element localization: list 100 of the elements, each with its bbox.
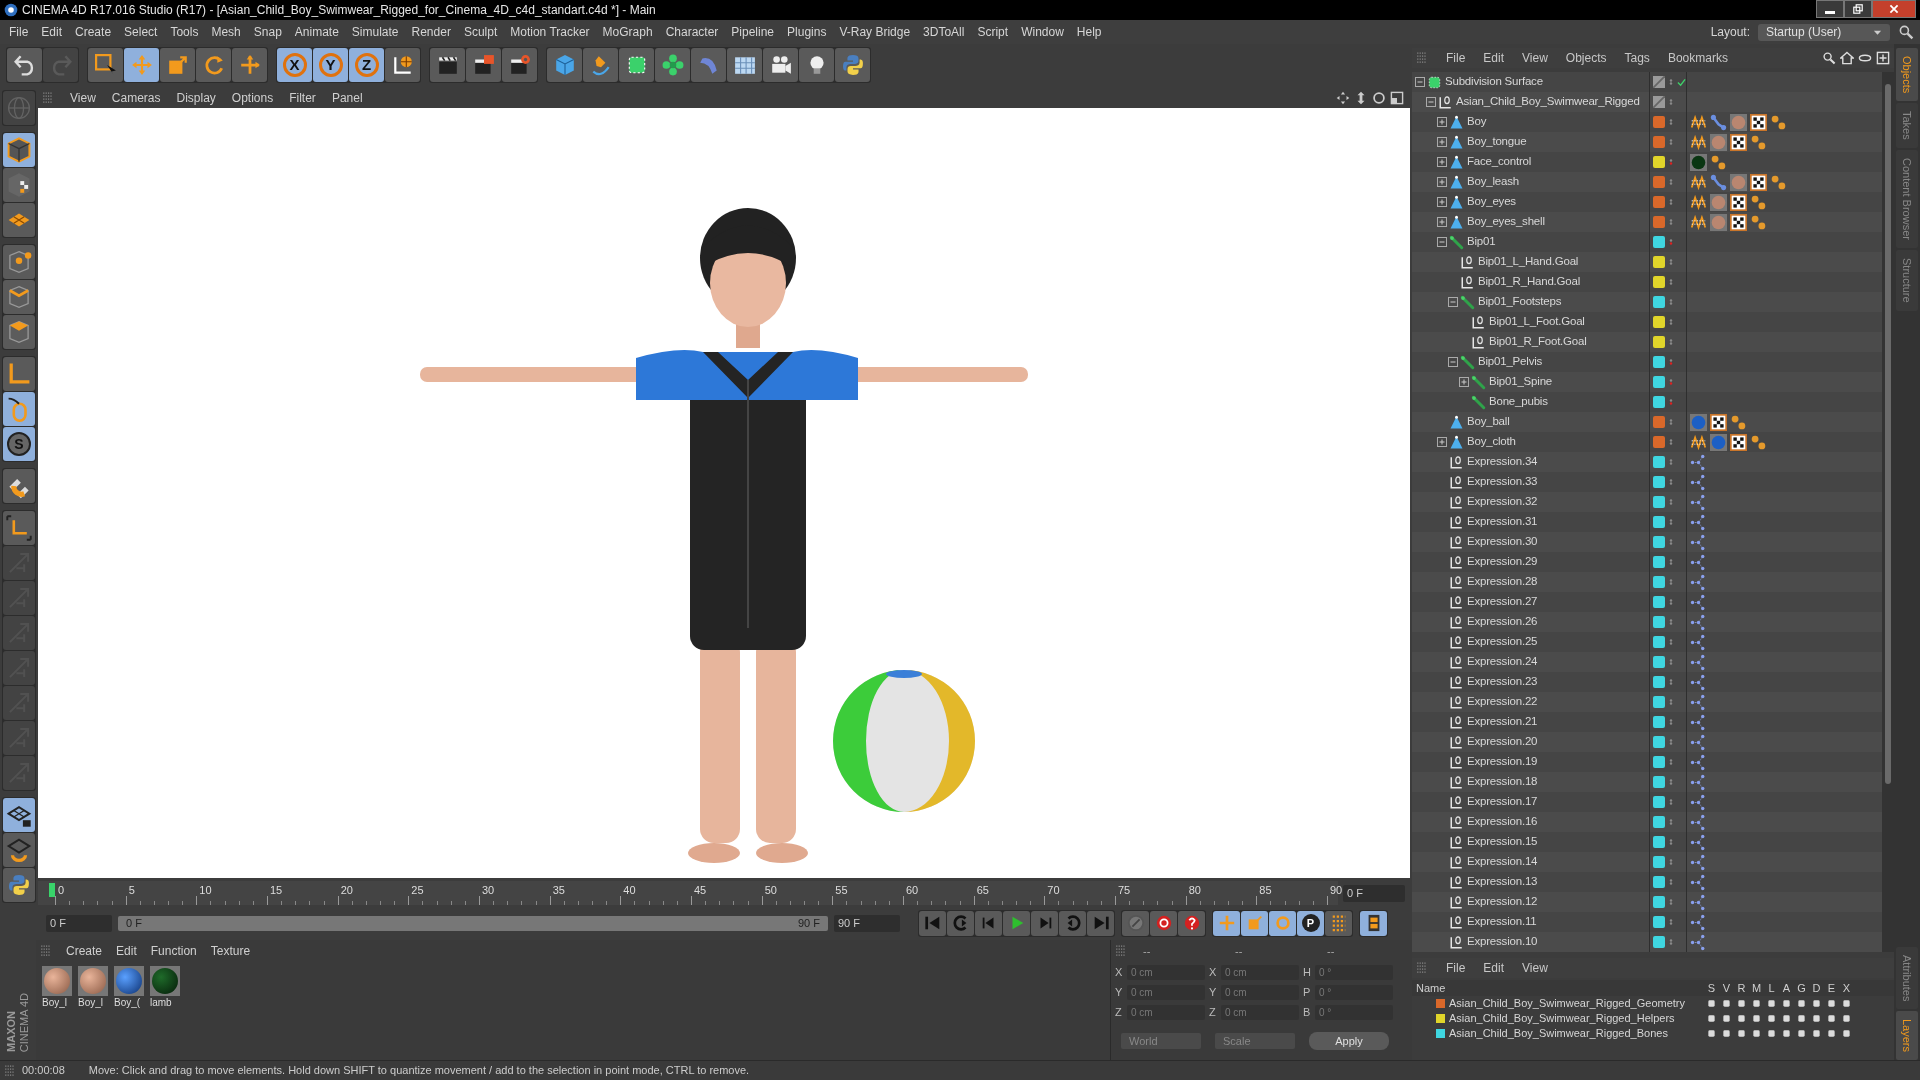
node-graph-tag-icon[interactable] (1690, 933, 1707, 951)
current-frame-field[interactable]: 0 F (1343, 884, 1405, 902)
object-row[interactable]: Boy_cloth (1412, 432, 1882, 452)
tool-button[interactable] (3, 511, 35, 545)
dots-tag-icon[interactable] (1710, 153, 1727, 171)
expand-toggle-icon[interactable] (1437, 217, 1447, 227)
menu-item[interactable]: File (9, 23, 29, 41)
object-row[interactable]: Expression.12 (1412, 892, 1882, 912)
home-icon[interactable] (1840, 51, 1854, 65)
new-panel-icon[interactable] (1876, 51, 1890, 65)
expand-toggle-icon[interactable] (1459, 377, 1469, 387)
pan-icon[interactable] (1336, 91, 1350, 105)
material-menu-item[interactable]: Function (150, 942, 197, 960)
layer-color-swatch[interactable] (1653, 876, 1665, 888)
checker-tag-icon[interactable] (1730, 133, 1747, 151)
object-row[interactable]: Boy_tongue (1412, 132, 1882, 152)
object-row[interactable]: Expression.24 (1412, 652, 1882, 672)
object-row[interactable]: Expression.22 (1412, 692, 1882, 712)
viewport-menu-item[interactable]: View (70, 89, 96, 107)
object-row[interactable]: Expression.19 (1412, 752, 1882, 772)
toolbar-button[interactable] (502, 48, 537, 82)
object-row[interactable]: Bip01_R_Foot.Goal (1412, 332, 1882, 352)
layer-color-swatch[interactable] (1653, 396, 1665, 408)
node-graph-tag-icon[interactable] (1690, 553, 1707, 571)
toolbar-button[interactable] (763, 48, 798, 82)
layer-menu-item[interactable]: File (1446, 959, 1466, 977)
checker-tag-icon[interactable] (1750, 113, 1767, 131)
tool-button[interactable] (3, 280, 35, 314)
node-graph-tag-icon[interactable] (1690, 793, 1707, 811)
material-swatch[interactable] (78, 966, 108, 996)
menu-item[interactable]: 3DToAll (923, 23, 965, 41)
smoothing-tag-icon[interactable] (1690, 173, 1707, 191)
axis-toggle-button[interactable]: Z (349, 48, 384, 82)
object-row[interactable]: Face_control (1412, 152, 1882, 172)
layer-color-swatch[interactable] (1653, 556, 1665, 568)
object-row[interactable]: Expression.13 (1412, 872, 1882, 892)
object-row[interactable]: Expression.21 (1412, 712, 1882, 732)
playback-button[interactable]: P (1297, 910, 1324, 936)
tool-button[interactable] (3, 469, 35, 503)
node-graph-tag-icon[interactable] (1690, 473, 1707, 491)
tool-button[interactable] (3, 868, 35, 902)
smoothing-tag-icon[interactable] (1690, 133, 1707, 151)
node-graph-tag-icon[interactable] (1690, 653, 1707, 671)
tool-button[interactable] (3, 357, 35, 391)
layer-color-swatch[interactable] (1653, 576, 1665, 588)
layer-color-swatch[interactable] (1653, 676, 1665, 688)
viewport-menu-item[interactable]: Filter (289, 89, 316, 107)
menu-item[interactable]: Tools (170, 23, 199, 41)
viewport-menu-item[interactable]: Display (176, 89, 216, 107)
layer-color-swatch[interactable] (1653, 336, 1665, 348)
checker-tag-icon[interactable] (1730, 193, 1747, 211)
layer-color-swatch[interactable] (1653, 936, 1665, 948)
layer-color-swatch[interactable] (1653, 716, 1665, 728)
layer-color-swatch[interactable] (1653, 476, 1665, 488)
tool-button[interactable] (3, 798, 35, 832)
no-layer-icon[interactable] (1653, 76, 1665, 88)
layer-color-swatch[interactable] (1653, 136, 1665, 148)
object-row[interactable]: Expression.11 (1412, 912, 1882, 932)
tool-button[interactable] (3, 833, 35, 867)
node-graph-tag-icon[interactable] (1690, 913, 1707, 931)
end-frame-field[interactable]: 90 F (834, 914, 900, 932)
menu-item[interactable]: Character (665, 23, 719, 41)
object-row[interactable]: Bip01_Footsteps (1412, 292, 1882, 312)
object-row[interactable]: Expression.10 (1412, 932, 1882, 952)
smoothing-tag-icon[interactable] (1690, 213, 1707, 231)
frame-range-slider[interactable]: 0 F 90 F (118, 915, 828, 931)
object-row[interactable]: Expression.16 (1412, 812, 1882, 832)
layer-color-swatch[interactable] (1653, 736, 1665, 748)
object-row[interactable]: Expression.26 (1412, 612, 1882, 632)
layer-color-swatch[interactable] (1653, 696, 1665, 708)
object-row[interactable]: Bip01_R_Hand.Goal (1412, 272, 1882, 292)
object-row[interactable]: Expression.32 (1412, 492, 1882, 512)
menu-item[interactable]: MoGraph (602, 23, 653, 41)
tool-button[interactable] (3, 392, 35, 426)
object-row[interactable]: Expression.20 (1412, 732, 1882, 752)
layer-menu-item[interactable]: Edit (1483, 959, 1505, 977)
tool-button[interactable] (3, 245, 35, 279)
object-row[interactable]: Expression.27 (1412, 592, 1882, 612)
node-graph-tag-icon[interactable] (1690, 573, 1707, 591)
toolbar-button[interactable] (799, 48, 834, 82)
layer-color-swatch[interactable] (1653, 156, 1665, 168)
tool-button[interactable] (3, 203, 35, 237)
layer-color-swatch[interactable] (1653, 356, 1665, 368)
checker-tag-icon[interactable] (1730, 213, 1747, 231)
layer-menu-item[interactable]: View (1522, 959, 1548, 977)
menu-item[interactable]: Edit (41, 23, 63, 41)
menu-item[interactable]: V-Ray Bridge (839, 23, 911, 41)
axis-toggle-button[interactable]: X (277, 48, 312, 82)
toolbar-button[interactable] (835, 48, 870, 82)
close-button[interactable] (1872, 0, 1916, 18)
menu-item[interactable]: Window (1021, 23, 1064, 41)
menu-item[interactable]: Animate (294, 23, 339, 41)
smoothing-tag-icon[interactable] (1690, 193, 1707, 211)
axis-toggle-button[interactable]: Y (313, 48, 348, 82)
tool-button[interactable] (3, 168, 35, 202)
menu-item[interactable]: Simulate (351, 23, 399, 41)
material-ball-tag-icon[interactable] (1690, 153, 1707, 171)
side-tab[interactable]: Objects (1896, 48, 1918, 102)
layer-color-swatch[interactable] (1653, 916, 1665, 928)
layer-color-swatch[interactable] (1653, 616, 1665, 628)
